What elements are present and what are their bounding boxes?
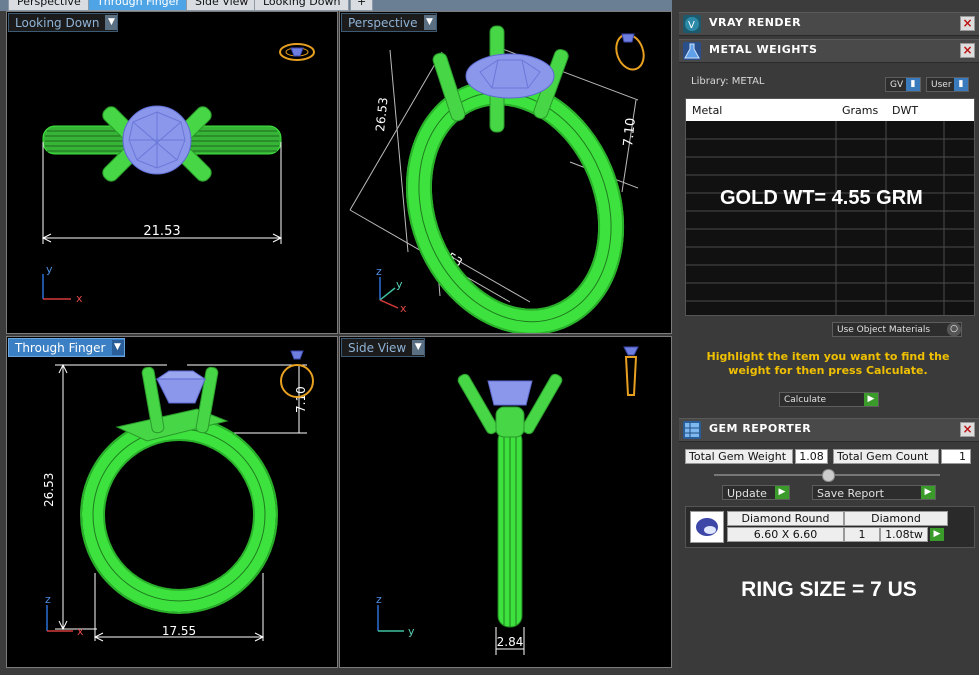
gv-select[interactable]: GV ▮ [885, 77, 921, 92]
axis-gizmo: z y x [376, 265, 407, 315]
tab-looking-down[interactable]: Looking Down [254, 0, 350, 11]
hint-text: Highlight the item you want to find the … [706, 350, 950, 377]
svg-text:V: V [688, 20, 695, 31]
dim-height-label-tf: 26.53 [42, 473, 56, 507]
svg-text:y: y [46, 263, 53, 276]
viewport-label-side-view[interactable]: Side View ▼ [341, 338, 426, 357]
vray-logo-icon: V [683, 15, 701, 33]
dim-width-label-tf: 17.55 [162, 624, 196, 638]
gem-reporter-title: GEM REPORTER [709, 422, 812, 435]
save-report-button[interactable]: Save Report ▶ [812, 485, 936, 500]
metal-weights-header[interactable]: METAL WEIGHTS × [679, 39, 979, 63]
axis-gizmo: y x [42, 263, 83, 305]
flask-icon [683, 42, 701, 60]
svg-text:z: z [376, 265, 382, 278]
gem-qty: 1 [844, 527, 880, 542]
viewport-label-through-finger[interactable]: Through Finger ▼ [8, 338, 125, 357]
looking-down-render: 21.53 y x [41, 43, 315, 305]
calculate-button[interactable]: Calculate ▶ [779, 392, 879, 407]
gem-slider-handle[interactable] [822, 469, 835, 482]
chevron-down-icon[interactable]: ▼ [105, 15, 118, 30]
viewport-side-view[interactable]: 2.84 z y Side View ▼ [339, 336, 672, 668]
through-finger-render: 26.53 7.10 17.55 z x [42, 350, 314, 642]
gem-name: Diamond Round [727, 511, 844, 526]
svg-text:x: x [400, 302, 407, 315]
dim-height-label: 26.53 [373, 97, 391, 133]
diamond-round-icon [690, 511, 724, 543]
dim-top-label-tf: 7.10 [294, 386, 308, 413]
close-icon[interactable]: × [960, 16, 975, 31]
tab-side-view[interactable]: Side View [186, 0, 258, 11]
mini-ring-icon [623, 346, 639, 396]
dim-width-label: 21.53 [143, 224, 180, 239]
svg-text:z: z [45, 593, 51, 606]
update-button[interactable]: Update ▶ [722, 485, 790, 500]
vray-render-title: VRAY RENDER [709, 16, 802, 29]
perspective-render: 26.53 7.10 21.53 2.86 z y x [349, 25, 645, 335]
gem-row-go-icon[interactable]: ▶ [930, 528, 944, 541]
chevron-down-icon[interactable]: ▼ [111, 340, 124, 355]
gem-list[interactable]: Diamond Round Diamond 6.60 X 6.60 1 1.08… [685, 506, 975, 548]
close-icon[interactable]: × [960, 422, 975, 437]
metal-weights-title: METAL WEIGHTS [709, 43, 818, 56]
total-gem-count-label: Total Gem Count [833, 449, 939, 464]
use-object-materials-toggle[interactable]: Use Object Materials ○ [832, 322, 962, 337]
dim-top-label: 7.10 [621, 117, 639, 147]
gem-type: Diamond [844, 511, 948, 526]
viewport-looking-down[interactable]: 21.53 y x Looking Down ▼ [6, 11, 338, 334]
mini-ring-icon [279, 43, 315, 61]
ring-size-overlay: RING SIZE = 7 US [741, 578, 917, 601]
chevron-down-icon[interactable]: ▼ [423, 15, 436, 30]
viewport-label-looking-down[interactable]: Looking Down ▼ [8, 13, 119, 32]
svg-text:x: x [76, 292, 83, 305]
close-icon[interactable]: × [960, 43, 975, 58]
axis-gizmo: z y [376, 593, 415, 638]
chevron-down-icon[interactable]: ▼ [412, 340, 425, 355]
tab-add[interactable]: + [350, 0, 374, 11]
vray-render-header[interactable]: V VRAY RENDER × [679, 12, 979, 36]
table-icon [683, 421, 701, 439]
viewport-through-finger[interactable]: 26.53 7.10 17.55 z x Through Finger ▼ [6, 336, 338, 668]
dim-width-label-side: 2.84 [497, 635, 524, 649]
axis-gizmo: z x [45, 593, 84, 638]
viewport-tab-bar: Perspective Through Finger Side View Loo… [0, 0, 672, 11]
user-select[interactable]: User ▮ [926, 77, 969, 92]
svg-text:y: y [396, 278, 403, 291]
library-label: Library: METAL [691, 76, 765, 87]
viewport-label-perspective[interactable]: Perspective ▼ [341, 13, 437, 32]
metal-table[interactable]: Metal Grams DWT GOLD WT= 4.55 GRM [685, 98, 975, 316]
gem-tw: 1.08tw [880, 527, 928, 542]
gem-size: 6.60 X 6.60 [727, 527, 844, 542]
gem-reporter-header[interactable]: GEM REPORTER × [679, 418, 979, 442]
svg-text:x: x [77, 625, 84, 638]
total-gem-count-value: 1 [941, 449, 971, 464]
tab-perspective[interactable]: Perspective [8, 0, 90, 11]
total-gem-weight-label: Total Gem Weight [685, 449, 793, 464]
gold-weight-overlay: GOLD WT= 4.55 GRM [720, 187, 923, 209]
total-gem-weight-value: 1.08 [795, 449, 828, 464]
side-view-render: 2.84 z y [376, 346, 639, 655]
mini-ring-icon [615, 33, 645, 71]
tab-through-finger[interactable]: Through Finger [88, 0, 189, 11]
svg-text:y: y [408, 625, 415, 638]
svg-text:z: z [376, 593, 382, 606]
viewport-perspective[interactable]: 26.53 7.10 21.53 2.86 z y x Perspective … [339, 11, 672, 335]
